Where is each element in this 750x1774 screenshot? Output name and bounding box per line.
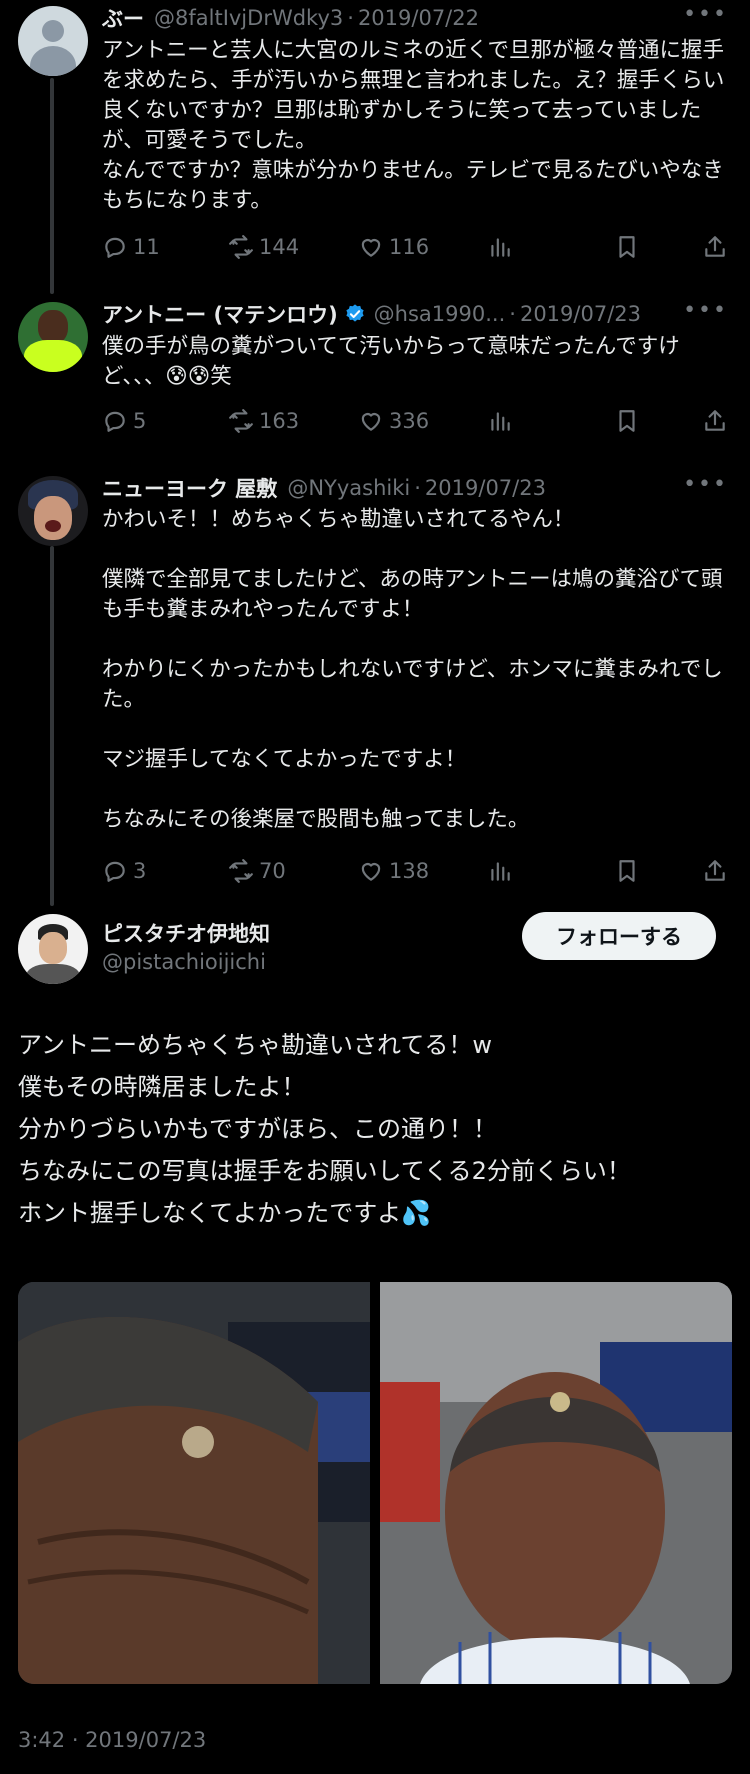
repost-button[interactable]: 163 (228, 408, 299, 434)
reply-icon (105, 237, 125, 258)
tweet-actions: 5 163 336 (102, 408, 728, 440)
avatar[interactable] (18, 914, 88, 984)
like-button[interactable]: 336 (358, 408, 429, 434)
like-icon (361, 863, 381, 881)
avatar[interactable] (18, 302, 88, 372)
bookmark-button[interactable] (614, 408, 640, 434)
views-button[interactable] (487, 408, 513, 434)
post-date[interactable]: 2019/07/22 (358, 6, 479, 30)
share-button[interactable] (702, 408, 728, 434)
share-icon (705, 410, 725, 431)
more-icon[interactable]: ••• (683, 298, 728, 323)
bookmark-icon (619, 410, 635, 432)
like-icon (361, 413, 381, 431)
reply-count: 5 (133, 409, 147, 433)
reply-button[interactable]: 3 (102, 858, 146, 884)
tweet-actions: 3 70 138 (102, 858, 728, 890)
like-button[interactable]: 138 (358, 858, 429, 884)
views-button[interactable] (487, 234, 513, 260)
tweet-photo-2[interactable] (380, 1282, 732, 1684)
author-name[interactable]: アントニー (マテンロウ) (102, 299, 338, 329)
tweet-text: 僕の手が鳥の糞がついてて汚いからって意味だったんですけど、、、😰😰笑 (102, 334, 680, 389)
like-count: 336 (389, 409, 430, 433)
repost-icon (229, 859, 253, 883)
repost-count: 70 (259, 859, 286, 883)
repost-icon (229, 409, 253, 433)
repost-button[interactable]: 70 (228, 858, 286, 884)
reply-count: 11 (133, 235, 160, 259)
repost-count: 144 (259, 235, 300, 259)
reply-icon (105, 411, 125, 432)
views-icon (491, 862, 510, 881)
reply-button[interactable]: 5 (102, 408, 146, 434)
share-icon (705, 236, 725, 257)
like-icon (361, 239, 381, 257)
repost-count: 163 (259, 409, 300, 433)
tweet-text: かわいそ！！めちゃくちゃ勘違いされてるやん！ 僕隣で全部見てましたけど、あの時ア… (102, 507, 723, 832)
views-icon (491, 238, 510, 257)
author-handle[interactable]: @NYyashiki (287, 476, 410, 500)
author-name[interactable]: ピスタチオ伊地知 (102, 918, 270, 948)
photo-image (380, 1282, 732, 1684)
author-name[interactable]: ニューヨーク 屋敷 (102, 473, 277, 503)
thread-line (50, 546, 54, 906)
like-count: 116 (389, 235, 430, 259)
reply-icon (105, 861, 125, 882)
repost-icon (229, 235, 253, 259)
bookmark-icon (619, 236, 635, 258)
bookmark-button[interactable] (614, 234, 640, 260)
separator-dot: · (347, 6, 354, 30)
views-button[interactable] (487, 858, 513, 884)
photo-image (18, 1282, 370, 1684)
share-button[interactable] (702, 234, 728, 260)
reply-button[interactable]: 11 (102, 234, 160, 260)
bookmark-button[interactable] (614, 858, 640, 884)
post-timestamp[interactable]: 3:42 · 2019/07/23 (18, 1728, 206, 1752)
follow-button[interactable]: フォローする (522, 912, 716, 960)
repost-button[interactable]: 144 (228, 234, 299, 260)
avatar[interactable] (18, 6, 88, 76)
verified-badge-icon (346, 304, 364, 322)
more-icon[interactable]: ••• (683, 472, 728, 497)
author-name[interactable]: ぶー (102, 3, 144, 33)
views-icon (491, 412, 510, 431)
tweet-actions: 11 144 116 (102, 234, 728, 266)
share-icon (705, 860, 725, 881)
like-button[interactable]: 116 (358, 234, 429, 260)
post-date[interactable]: 2019/07/23 (520, 302, 641, 326)
more-icon[interactable]: ••• (683, 2, 728, 27)
post-date[interactable]: 2019/07/23 (425, 476, 546, 500)
separator-dot: · (509, 302, 516, 326)
tweet-text: アントニーめちゃくちゃ勘違いされてる！w 僕もその時隣居ましたよ！ 分かりづらい… (18, 1031, 631, 1227)
tweet-photo-1[interactable] (18, 1282, 370, 1684)
thread-line (50, 78, 54, 294)
separator-dot: · (414, 476, 421, 500)
author-handle[interactable]: @8faltIvjDrWdky3 (154, 6, 343, 30)
share-button[interactable] (702, 858, 728, 884)
reply-count: 3 (133, 859, 147, 883)
avatar[interactable] (18, 476, 88, 546)
author-handle[interactable]: @hsa1990... (374, 302, 506, 326)
bookmark-icon (619, 860, 635, 882)
author-handle[interactable]: @pistachioijichi (102, 950, 266, 974)
like-count: 138 (389, 859, 430, 883)
tweet-text: アントニーと芸人に大宮のルミネの近くで旦那が極々普通に握手を求めたら、手が汚いか… (102, 38, 725, 213)
